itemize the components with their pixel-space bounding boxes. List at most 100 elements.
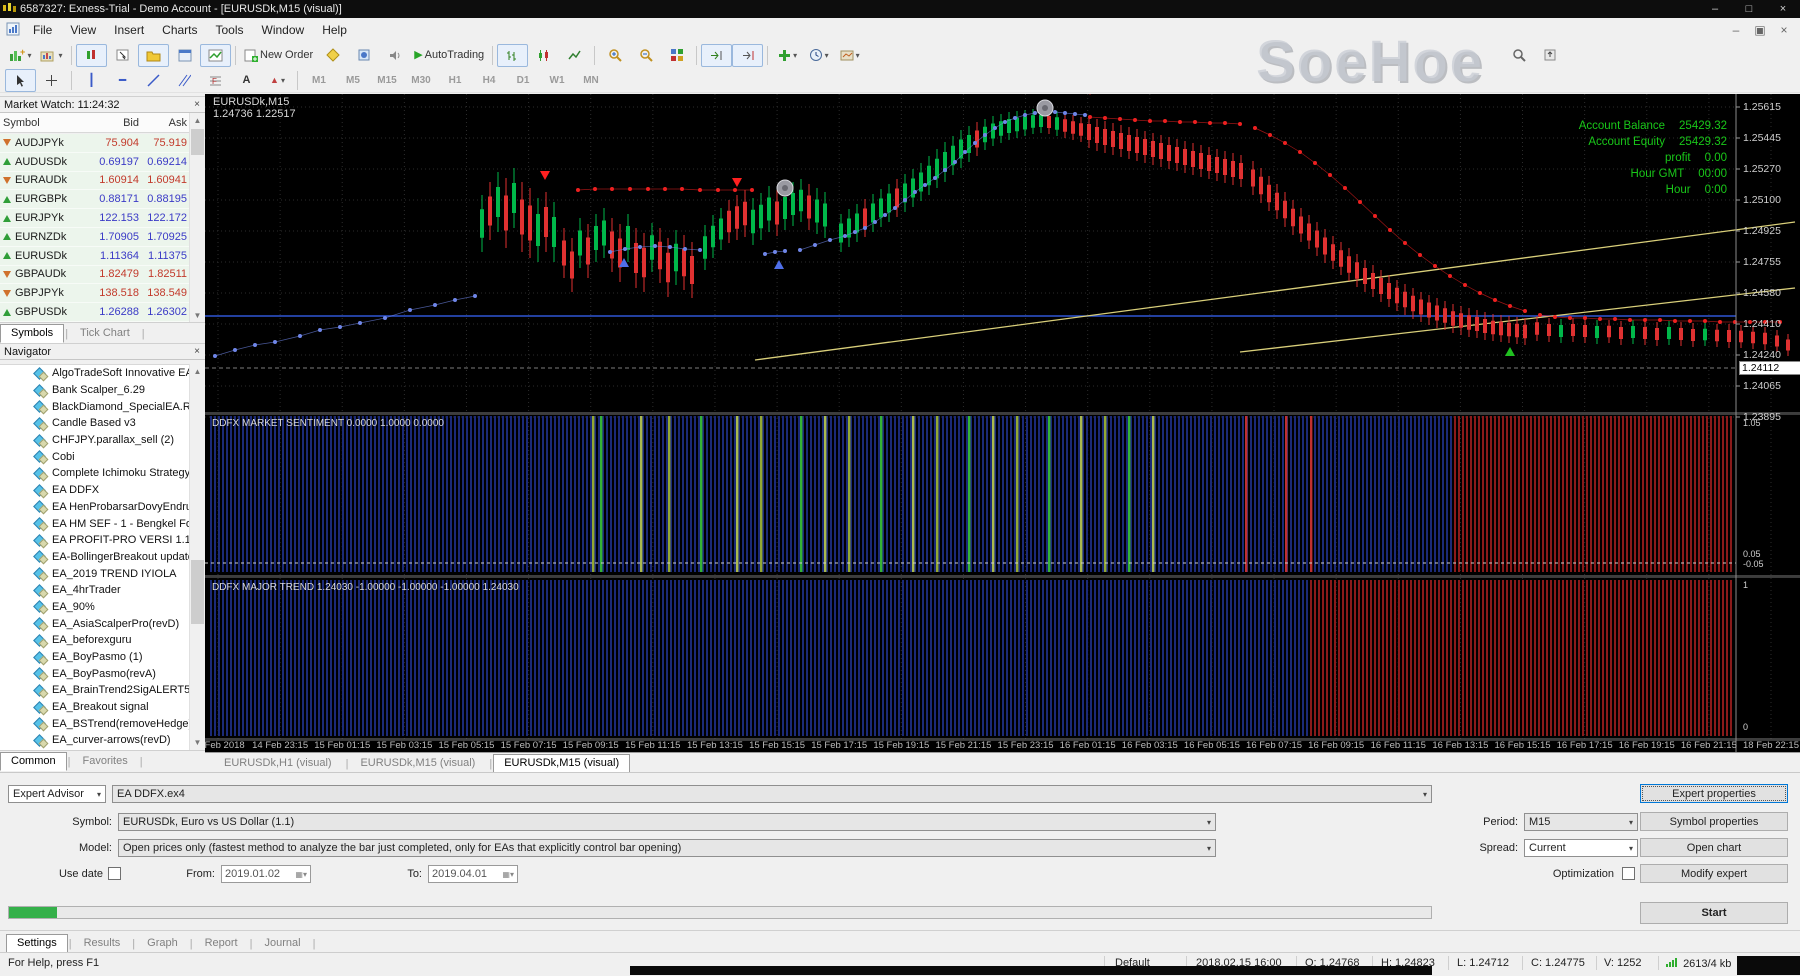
chart-tab[interactable]: EURUSDk,M15 (visual): [493, 754, 630, 773]
from-date-field[interactable]: 2019.01.02▦▾: [221, 865, 311, 883]
menu-item-view[interactable]: View: [61, 18, 105, 42]
spread-combo[interactable]: Current▾: [1524, 839, 1638, 857]
autotrading-button[interactable]: ▶ AutoTrading: [410, 44, 488, 67]
navigator-item[interactable]: EA_90%: [0, 599, 190, 616]
metaeditor-button[interactable]: [317, 44, 348, 67]
tester-tab-results[interactable]: Results: [73, 934, 132, 953]
timeframe-w1[interactable]: W1: [540, 69, 574, 92]
crosshair-tool[interactable]: [36, 69, 67, 92]
timeframe-m1[interactable]: M1: [302, 69, 336, 92]
navigator-item[interactable]: EA_4hrTrader: [0, 582, 190, 599]
chart-shift-button[interactable]: [732, 44, 763, 67]
navigator-item[interactable]: EA_BrainTrend2SigALERT5: [0, 682, 190, 699]
menu-item-window[interactable]: Window: [253, 18, 314, 42]
zoom-in-button[interactable]: [599, 44, 630, 67]
navigator-item[interactable]: CHFJPY.parallax_sell (2): [0, 432, 190, 449]
table-row[interactable]: EURUSDk1.113641.11375: [0, 247, 190, 266]
data-window-toggle[interactable]: [107, 44, 138, 67]
tester-tab-report[interactable]: Report: [194, 934, 249, 953]
new-chart-button[interactable]: + ▾: [5, 44, 36, 67]
expert-file-combo[interactable]: EA DDFX.ex4▾: [112, 785, 1432, 803]
timeframe-h1[interactable]: H1: [438, 69, 472, 92]
horizontal-line-tool[interactable]: ━: [107, 69, 138, 92]
table-row[interactable]: EURGBPk0.881710.88195: [0, 190, 190, 209]
close-button[interactable]: ×: [1766, 0, 1800, 18]
navigator-item[interactable]: EA_2019 TREND IYIOLA: [0, 565, 190, 582]
chart-window[interactable]: EURUSDk,M15 1.24736 1.22517 Account Bala…: [205, 94, 1800, 752]
indicators-button[interactable]: ▾: [772, 44, 803, 67]
expert-advisors-button[interactable]: [348, 44, 379, 67]
navigator-item[interactable]: EA_BoyPasmo(revA): [0, 665, 190, 682]
navigator-toggle[interactable]: [138, 44, 169, 67]
terminal-toggle[interactable]: [169, 44, 200, 67]
timeframe-m15[interactable]: M15: [370, 69, 404, 92]
table-row[interactable]: GBPJPYk138.518138.549: [0, 284, 190, 303]
optimization-checkbox[interactable]: [1622, 867, 1635, 880]
table-row[interactable]: EURNZDk1.709051.70925: [0, 228, 190, 247]
column-header-bid[interactable]: Bid: [92, 117, 142, 129]
tile-windows-button[interactable]: [661, 44, 692, 67]
table-row[interactable]: EURJPYk122.153122.172: [0, 209, 190, 228]
tester-type-select[interactable]: Expert Advisor▾: [8, 785, 106, 803]
navigator-item[interactable]: Candle Based v3: [0, 415, 190, 432]
child-restore-button[interactable]: ▣: [1748, 23, 1772, 37]
table-row[interactable]: AUDUSDk0.691970.69214: [0, 153, 190, 172]
timeframe-d1[interactable]: D1: [506, 69, 540, 92]
tab-favorites[interactable]: Favorites: [71, 752, 138, 771]
cursor-tool[interactable]: [5, 69, 36, 92]
minimize-button[interactable]: –: [1698, 0, 1732, 18]
menu-item-charts[interactable]: Charts: [153, 18, 206, 42]
periods-button[interactable]: ▾: [803, 44, 834, 67]
table-row[interactable]: GBPAUDk1.824791.82511: [0, 266, 190, 285]
navigator-item[interactable]: EA PROFIT-PRO VERSI 1.1-LIE: [0, 532, 190, 549]
model-combo[interactable]: Open prices only (fastest method to anal…: [118, 839, 1216, 857]
symbol-properties-button[interactable]: Symbol properties: [1640, 812, 1788, 831]
channel-tool[interactable]: [169, 69, 200, 92]
bar-chart-button[interactable]: [497, 44, 528, 67]
tester-tab-journal[interactable]: Journal: [253, 934, 311, 953]
tester-tab-settings[interactable]: Settings: [6, 934, 68, 953]
chart-tab[interactable]: EURUSDk,H1 (visual): [213, 754, 343, 773]
market-watch-scrollbar[interactable]: ▲ ▼: [189, 113, 205, 323]
navigator-item[interactable]: EA_BoyPasmo (1): [0, 649, 190, 666]
use-date-checkbox[interactable]: [108, 867, 121, 880]
navigator-item[interactable]: Bank Scalper_6.29: [0, 382, 190, 399]
navigator-item[interactable]: BlackDiamond_SpecialEA.Real: [0, 398, 190, 415]
table-row[interactable]: EURAUDk1.609141.60941: [0, 172, 190, 191]
child-close-button[interactable]: ×: [1772, 23, 1796, 37]
navigator-item[interactable]: EA_BSTrend(removeHedge)lock: [0, 715, 190, 732]
trendline-tool[interactable]: [138, 69, 169, 92]
menu-item-file[interactable]: File: [24, 18, 61, 42]
table-row[interactable]: GBPUSDk1.262881.26302: [0, 303, 190, 322]
column-header-symbol[interactable]: Symbol: [0, 117, 92, 129]
navigator-item[interactable]: EA_Breakout signal: [0, 699, 190, 716]
vertical-line-tool[interactable]: ┃: [76, 69, 107, 92]
open-chart-button[interactable]: Open chart: [1640, 838, 1788, 857]
table-row[interactable]: AUDJPYk75.90475.919: [0, 134, 190, 153]
maximize-button[interactable]: □: [1732, 0, 1766, 18]
line-chart-button[interactable]: [559, 44, 590, 67]
menu-item-tools[interactable]: Tools: [207, 18, 253, 42]
navigator-item[interactable]: Cobi: [0, 448, 190, 465]
timeframe-m5[interactable]: M5: [336, 69, 370, 92]
navigator-item[interactable]: Complete Ichimoku Strategy: [0, 465, 190, 482]
menu-item-help[interactable]: Help: [313, 18, 356, 42]
zoom-out-button[interactable]: [630, 44, 661, 67]
symbol-combo[interactable]: EURUSDk, Euro vs US Dollar (1.1)▾: [118, 813, 1216, 831]
navigator-item[interactable]: EA_beforexguru: [0, 632, 190, 649]
timeframe-m30[interactable]: M30: [404, 69, 438, 92]
auto-scroll-button[interactable]: [701, 44, 732, 67]
navigator-item[interactable]: EA_AsiaScalperPro(revD): [0, 615, 190, 632]
navigator-item[interactable]: EA HM SEF - 1 - Bengkel Forex -: [0, 515, 190, 532]
navigator-item[interactable]: EA-BollingerBreakout updated v: [0, 549, 190, 566]
navigator-item[interactable]: EA HenProbarsarDovyEndrucai S: [0, 499, 190, 516]
publish-icon[interactable]: [1534, 44, 1565, 67]
navigator-scrollbar[interactable]: ▲ ▼: [189, 364, 205, 750]
start-button[interactable]: Start: [1640, 902, 1788, 924]
tab-symbols[interactable]: Symbols: [0, 324, 64, 343]
market-watch-toggle[interactable]: [76, 44, 107, 67]
market-watch-close-icon[interactable]: ×: [194, 99, 200, 110]
navigator-item[interactable]: AlgoTradeSoft Innovative EA un: [0, 365, 190, 382]
menu-item-insert[interactable]: Insert: [105, 18, 153, 42]
candlestick-button[interactable]: [528, 44, 559, 67]
